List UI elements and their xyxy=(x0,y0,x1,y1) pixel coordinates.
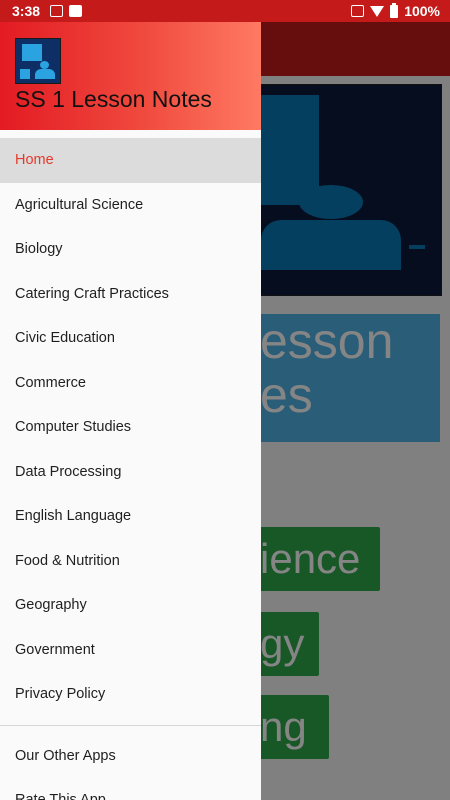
menu-item-government[interactable]: Government xyxy=(0,628,261,673)
menu-item-biology[interactable]: Biology xyxy=(0,227,261,272)
menu-divider xyxy=(0,724,261,726)
notification-icon xyxy=(50,5,64,17)
menu-item-computer-studies[interactable]: Computer Studies xyxy=(0,405,261,450)
menu-item-civic-education[interactable]: Civic Education xyxy=(0,316,261,361)
menu-item-food-nutrition[interactable]: Food & Nutrition xyxy=(0,539,261,584)
wifi-icon xyxy=(370,5,385,17)
battery-icon xyxy=(390,2,399,18)
cast-icon xyxy=(351,5,365,17)
menu-item-agricultural-science[interactable]: Agricultural Science xyxy=(0,183,261,228)
drawer-header: SS 1 Lesson Notes xyxy=(0,22,261,130)
menu-item-geography[interactable]: Geography xyxy=(0,583,261,628)
menu-item-home[interactable]: Home xyxy=(0,138,261,183)
app-notification-icon xyxy=(69,5,83,17)
status-bar: 3:38 100% xyxy=(0,0,450,22)
menu-item-commerce[interactable]: Commerce xyxy=(0,361,261,406)
menu-item-catering-craft-practices[interactable]: Catering Craft Practices xyxy=(0,272,261,317)
menu-item-english-language[interactable]: English Language xyxy=(0,494,261,539)
navigation-drawer: SS 1 Lesson Notes Home Agricultural Scie… xyxy=(0,22,261,800)
drawer-menu: Home Agricultural Science Biology Cateri… xyxy=(0,130,261,717)
app-logo-icon xyxy=(15,38,61,84)
status-time: 3:38 xyxy=(12,3,41,19)
menu-item-data-processing[interactable]: Data Processing xyxy=(0,450,261,495)
battery-percent: 100% xyxy=(404,3,440,19)
drawer-title: SS 1 Lesson Notes xyxy=(15,86,212,112)
drawer-secondary-menu: Our Other Apps Rate This App xyxy=(0,734,261,800)
menu-item-rate-this-app[interactable]: Rate This App xyxy=(0,778,261,800)
menu-item-our-other-apps[interactable]: Our Other Apps xyxy=(0,734,261,779)
menu-item-privacy-policy[interactable]: Privacy Policy xyxy=(0,672,261,717)
